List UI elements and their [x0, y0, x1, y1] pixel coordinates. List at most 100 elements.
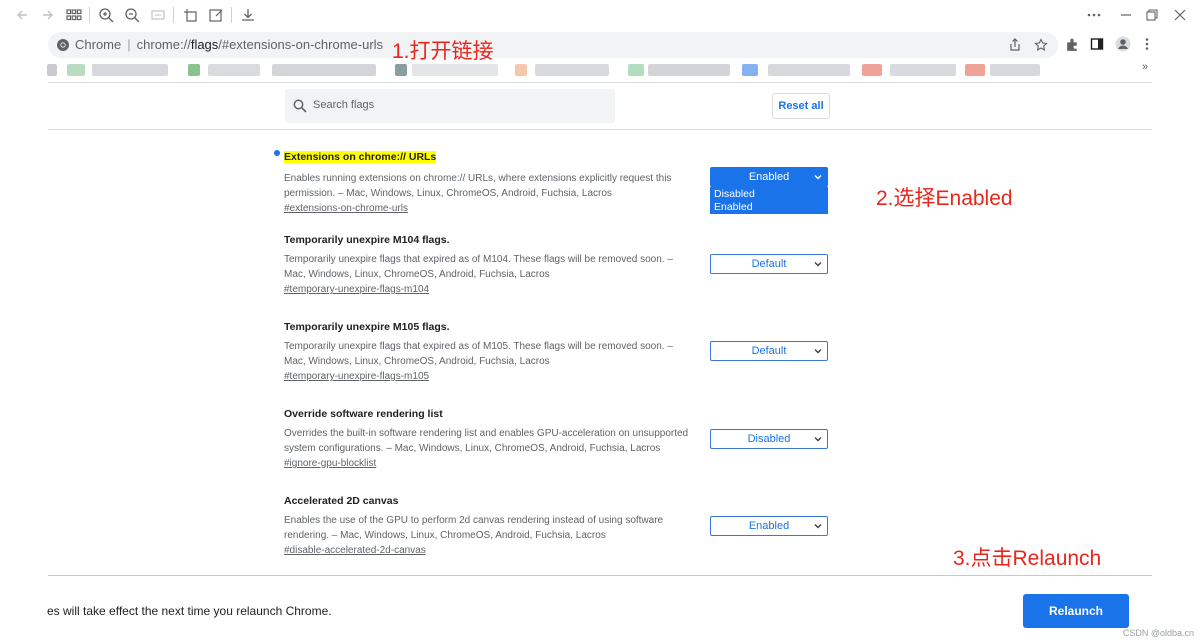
- flag-link[interactable]: #extensions-on-chrome-urls: [284, 203, 694, 214]
- flag-select-value: Default: [751, 345, 787, 357]
- minimize-icon[interactable]: [1116, 5, 1136, 25]
- toolbar-divider: [89, 7, 90, 23]
- side-panel-icon[interactable]: [1090, 37, 1104, 51]
- flag-select-value: Enabled: [748, 520, 790, 532]
- footer-divider: [48, 575, 1152, 576]
- flag-select[interactable]: Enabled: [710, 516, 828, 536]
- bookmark-item[interactable]: [67, 64, 85, 76]
- watermark: CSDN @oldba.cn: [1122, 628, 1194, 638]
- zoom-in-icon[interactable]: [96, 5, 116, 25]
- toolbar-divider: [231, 7, 232, 23]
- flag-entry: Override software rendering list Overrid…: [284, 408, 694, 469]
- flag-select[interactable]: Enabled: [710, 167, 828, 187]
- bookmark-item[interactable]: [208, 64, 260, 76]
- flag-description: Enables running extensions on chrome:// …: [284, 173, 672, 199]
- flag-select-dropdown: Disabled Enabled: [710, 187, 828, 214]
- browser-toolbar: [0, 0, 1200, 30]
- dropdown-option-disabled[interactable]: Disabled: [711, 188, 827, 201]
- bookmark-item[interactable]: [92, 64, 168, 76]
- fit-icon[interactable]: [148, 5, 168, 25]
- chevron-down-icon: [814, 349, 822, 354]
- chrome-logo-icon: [57, 39, 69, 51]
- flag-select[interactable]: Default: [710, 341, 828, 361]
- flag-title: Override software rendering list: [284, 408, 443, 420]
- url-prefix: chrome://: [136, 37, 191, 52]
- bookmark-item[interactable]: [515, 64, 527, 76]
- annotation-step-1: 1.打开链接: [392, 40, 494, 63]
- flag-select[interactable]: Default: [710, 254, 828, 274]
- share-icon[interactable]: [1008, 38, 1022, 52]
- flag-title: Extensions on chrome:// URLs: [284, 151, 437, 163]
- bookmark-item[interactable]: [768, 64, 850, 76]
- flag-entry: Extensions on chrome:// URLs Enables run…: [284, 147, 694, 214]
- restore-icon[interactable]: [1142, 5, 1162, 25]
- crop-icon[interactable]: [180, 5, 200, 25]
- relaunch-button[interactable]: Relaunch: [1023, 594, 1129, 628]
- flag-select-value: Default: [751, 258, 787, 270]
- flag-link[interactable]: #disable-accelerated-2d-canvas: [284, 545, 694, 556]
- search-placeholder: Search flags: [313, 99, 375, 111]
- reset-all-button[interactable]: Reset all: [772, 93, 830, 119]
- back-icon[interactable]: [12, 5, 32, 25]
- flag-description: Temporarily unexpire flags that expired …: [284, 254, 673, 280]
- annotation-step-3: 3.点击Relaunch: [953, 547, 1102, 570]
- header-divider: [48, 129, 1152, 130]
- bookmark-item[interactable]: [395, 64, 407, 76]
- flag-description: Temporarily unexpire flags that expired …: [284, 341, 673, 367]
- annotation-step-2: 2.选择Enabled: [876, 187, 1013, 210]
- flag-link[interactable]: #temporary-unexpire-flags-m105: [284, 371, 694, 382]
- chrome-menu-icon[interactable]: [1140, 37, 1154, 51]
- toolbar-divider: [173, 7, 174, 23]
- flag-description: Enables the use of the GPU to perform 2d…: [284, 515, 664, 541]
- flag-title: Temporarily unexpire M105 flags.: [284, 321, 450, 333]
- modified-indicator: [274, 150, 280, 156]
- bookmark-item[interactable]: [628, 64, 644, 76]
- bookmark-item[interactable]: [990, 64, 1040, 76]
- forward-icon[interactable]: [38, 5, 58, 25]
- flag-entry: Temporarily unexpire M105 flags. Tempora…: [284, 321, 694, 382]
- bookmark-item[interactable]: [272, 64, 376, 76]
- chevron-down-icon: [814, 175, 822, 180]
- dropdown-option-enabled[interactable]: Enabled: [711, 200, 827, 213]
- bookmark-item[interactable]: [862, 64, 882, 76]
- flag-select-value: Disabled: [747, 433, 791, 445]
- bookmark-star-icon[interactable]: [1034, 38, 1048, 52]
- flag-entry: Accelerated 2D canvas Enables the use of…: [284, 495, 694, 556]
- download-icon[interactable]: [238, 5, 258, 25]
- chevron-down-icon: [814, 437, 822, 442]
- extensions-icon[interactable]: [1065, 37, 1080, 52]
- flag-link[interactable]: #ignore-gpu-blocklist: [284, 458, 694, 469]
- relaunch-message: es will take effect the next time you re…: [47, 604, 332, 618]
- close-icon[interactable]: [1170, 5, 1190, 25]
- flag-select-value: Enabled: [748, 171, 790, 183]
- flag-select[interactable]: Disabled: [710, 429, 828, 449]
- flag-link[interactable]: #temporary-unexpire-flags-m104: [284, 284, 694, 295]
- edit-icon[interactable]: [206, 5, 226, 25]
- zoom-out-icon[interactable]: [122, 5, 142, 25]
- more-bookmarks-button[interactable]: »: [1142, 61, 1148, 73]
- address-text: Chrome | chrome://flags/#extensions-on-chr…: [75, 37, 384, 52]
- flag-title: Accelerated 2D canvas: [284, 495, 399, 507]
- bookmark-item[interactable]: [890, 64, 956, 76]
- address-label: Chrome: [75, 37, 122, 52]
- address-bar[interactable]: Chrome | chrome://flags/#extensions-on-chr…: [48, 32, 1058, 58]
- flag-entry: Temporarily unexpire M104 flags. Tempora…: [284, 234, 694, 295]
- bookmark-item[interactable]: [47, 64, 57, 76]
- profile-avatar-icon[interactable]: [1115, 36, 1131, 52]
- search-flags-input[interactable]: Search flags: [285, 89, 615, 123]
- chevron-down-icon: [814, 524, 822, 529]
- bookmark-item[interactable]: [535, 64, 609, 76]
- flag-title: Temporarily unexpire M104 flags.: [284, 234, 450, 246]
- url-rest: /#extensions-on-chrome-urls: [218, 37, 384, 52]
- flag-description: Overrides the built-in software renderin…: [284, 428, 689, 454]
- grid-icon[interactable]: [64, 5, 84, 25]
- bookmark-item[interactable]: [648, 64, 730, 76]
- bookmark-item[interactable]: [742, 64, 758, 76]
- bookmark-item[interactable]: [188, 64, 200, 76]
- more-icon[interactable]: [1084, 5, 1104, 25]
- bookmark-item[interactable]: [965, 64, 985, 76]
- chevron-down-icon: [814, 262, 822, 267]
- search-icon: [293, 99, 307, 113]
- bookmark-item[interactable]: [412, 64, 498, 76]
- url-host: flags: [190, 37, 219, 52]
